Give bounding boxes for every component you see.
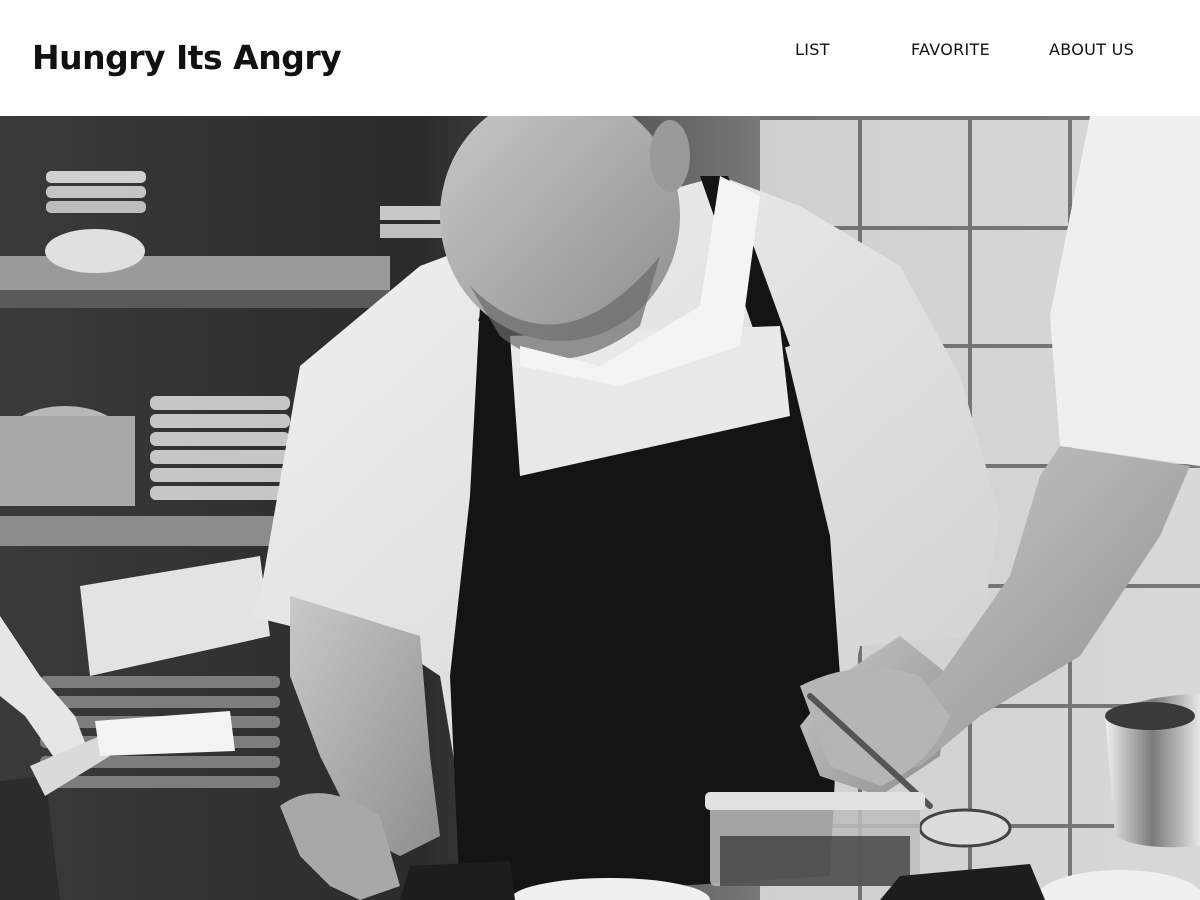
metal-pot xyxy=(1105,694,1200,848)
chef-photo-illustration xyxy=(0,116,1200,900)
nav-link-about-us[interactable]: ABOUT US xyxy=(1049,40,1134,59)
nav-link-favorite[interactable]: FAVORITE xyxy=(911,40,990,59)
site-header: Hungry Its Angry LIST FAVORITE ABOUT US xyxy=(0,0,1200,116)
nav-link-list[interactable]: LIST xyxy=(795,40,830,59)
hero-image xyxy=(0,116,1200,900)
main-nav: LIST FAVORITE ABOUT US xyxy=(0,40,1200,62)
plastic-container xyxy=(705,792,925,886)
